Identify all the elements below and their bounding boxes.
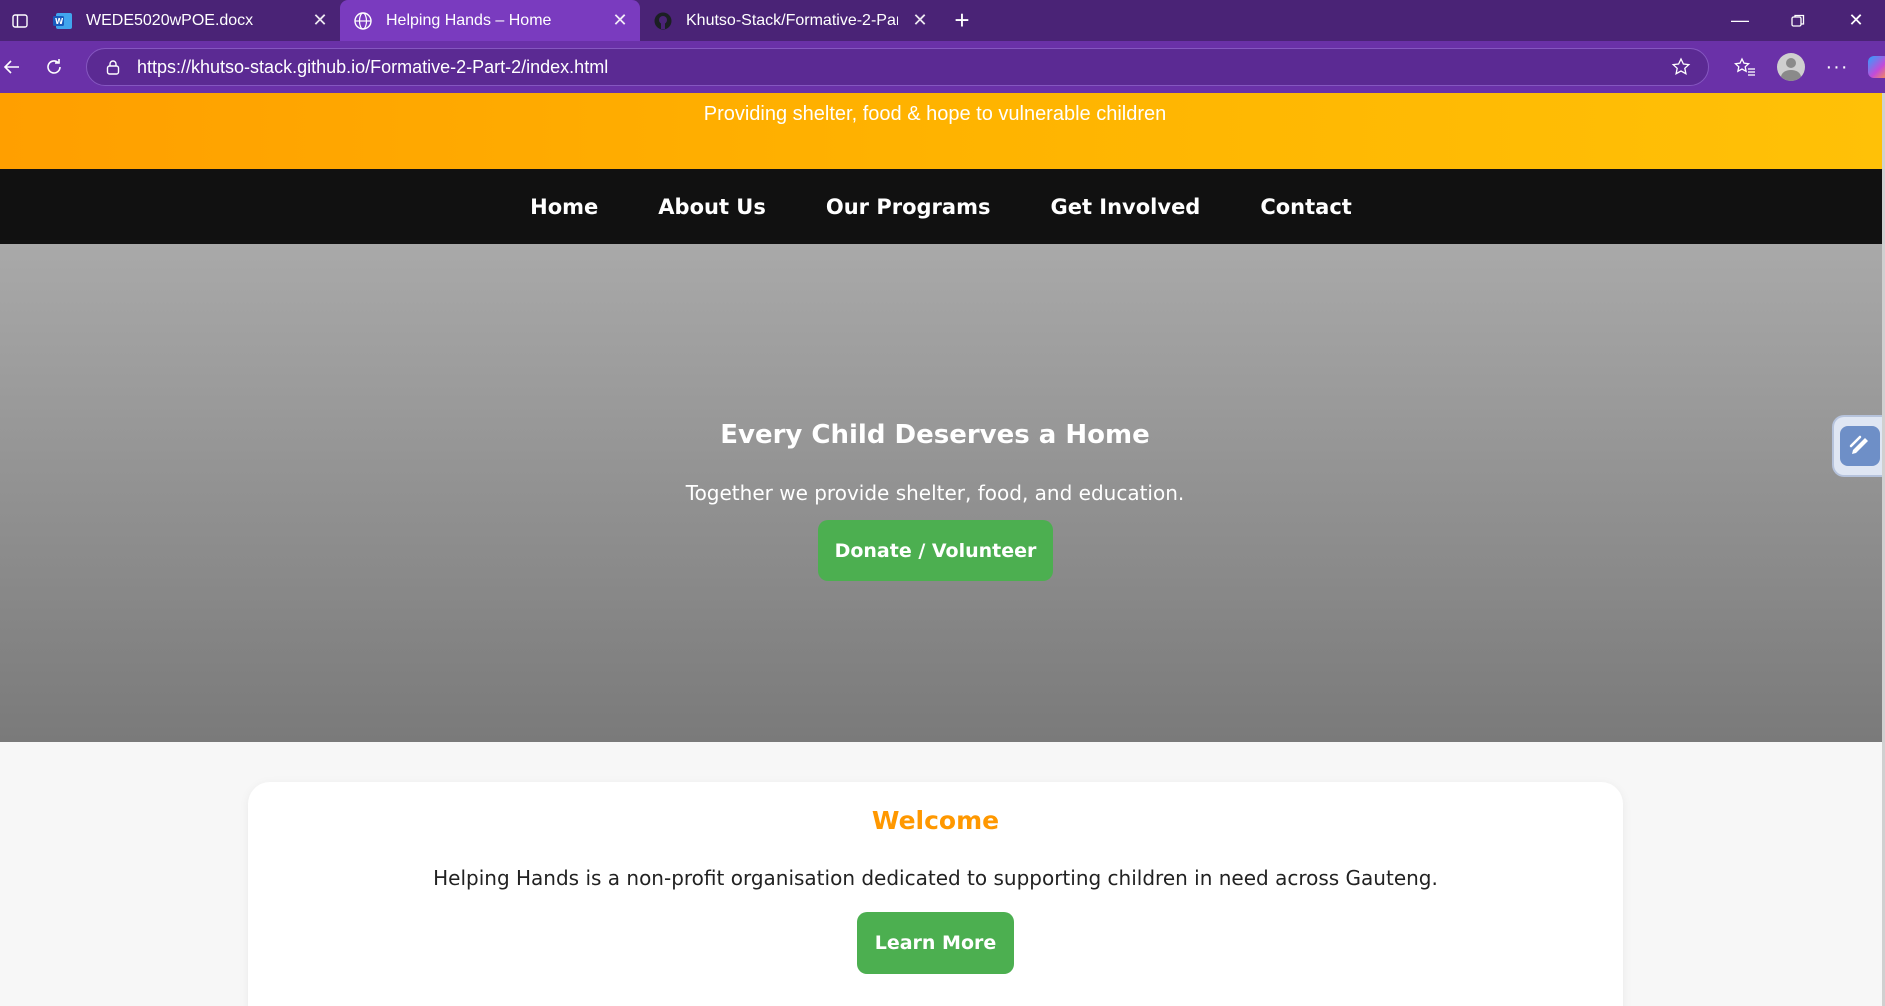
browser-tab-helping-hands[interactable]: Helping Hands – Home ✕ [340,0,640,41]
site-info-icon[interactable] [101,55,125,79]
hero-banner: Every Child Deserves a Home Together we … [0,244,1882,742]
close-icon[interactable]: ✕ [310,10,330,31]
more-options-icon[interactable]: ··· [1814,41,1860,93]
back-icon[interactable] [0,41,24,93]
github-icon [652,10,674,32]
tab-title: WEDE5020wPOE.docx [86,11,254,29]
hero-subtitle: Together we provide shelter, food, and e… [685,481,1185,505]
profile-avatar[interactable] [1768,41,1814,93]
web-page: Providing shelter, food & hope to vulner… [0,93,1885,1006]
site-tagline: Providing shelter, food & hope to vulner… [703,103,1167,125]
donate-volunteer-button[interactable]: Donate / Volunteer [818,520,1053,581]
browser-tab-github[interactable]: Khutso-Stack/Formative-2-Part-2 ✕ [640,0,940,41]
site-header: Providing shelter, food & hope to vulner… [0,93,1882,169]
nav-contact[interactable]: Contact [1230,195,1382,219]
address-bar[interactable]: https://khutso-stack.github.io/Formative… [86,48,1709,86]
browser-toolbar: https://khutso-stack.github.io/Formative… [0,41,1885,93]
welcome-card: Welcome Helping Hands is a non-profit or… [248,782,1623,1006]
toolbar-right: ··· [1722,41,1885,93]
welcome-text: Helping Hands is a non-profit organisati… [433,866,1438,890]
close-icon[interactable]: ✕ [910,10,930,31]
refresh-icon[interactable] [24,41,84,93]
nav-get-involved[interactable]: Get Involved [1020,195,1230,219]
new-tab-icon[interactable]: + [940,0,984,41]
sidebar-toggle-icon[interactable] [0,0,40,41]
browser-tab-bar: W WEDE5020wPOE.docx ✕ Helping Hands – Ho… [0,0,1885,41]
globe-icon [352,10,374,32]
pencil-icon [1839,426,1880,466]
favorites-icon[interactable] [1722,41,1768,93]
welcome-title: Welcome [871,806,1000,835]
nav-our-programs[interactable]: Our Programs [796,195,1021,219]
hero-title: Every Child Deserves a Home [720,420,1150,450]
learn-more-button[interactable]: Learn More [857,912,1014,974]
close-icon[interactable]: ✕ [610,10,630,31]
browser-tab-word[interactable]: W WEDE5020wPOE.docx ✕ [40,0,340,41]
close-window-icon[interactable]: ✕ [1827,0,1885,41]
favorite-star-icon[interactable] [1668,57,1694,77]
restore-icon[interactable] [1769,0,1827,41]
window-controls: — ✕ [1711,0,1885,41]
nav-about-us[interactable]: About Us [628,195,796,219]
url-text: https://khutso-stack.github.io/Formative… [137,56,609,77]
side-extension-widget[interactable] [1832,415,1885,477]
tab-title: Helping Hands – Home [386,11,552,29]
copilot-icon[interactable] [1860,41,1885,93]
svg-text:W: W [55,17,64,26]
site-navigation: Home About Us Our Programs Get Involved … [0,169,1882,244]
nav-home[interactable]: Home [500,195,628,219]
tab-title: Khutso-Stack/Formative-2-Part-2 [686,11,898,29]
word-icon: W [52,10,74,32]
minimize-icon[interactable]: — [1711,0,1769,41]
